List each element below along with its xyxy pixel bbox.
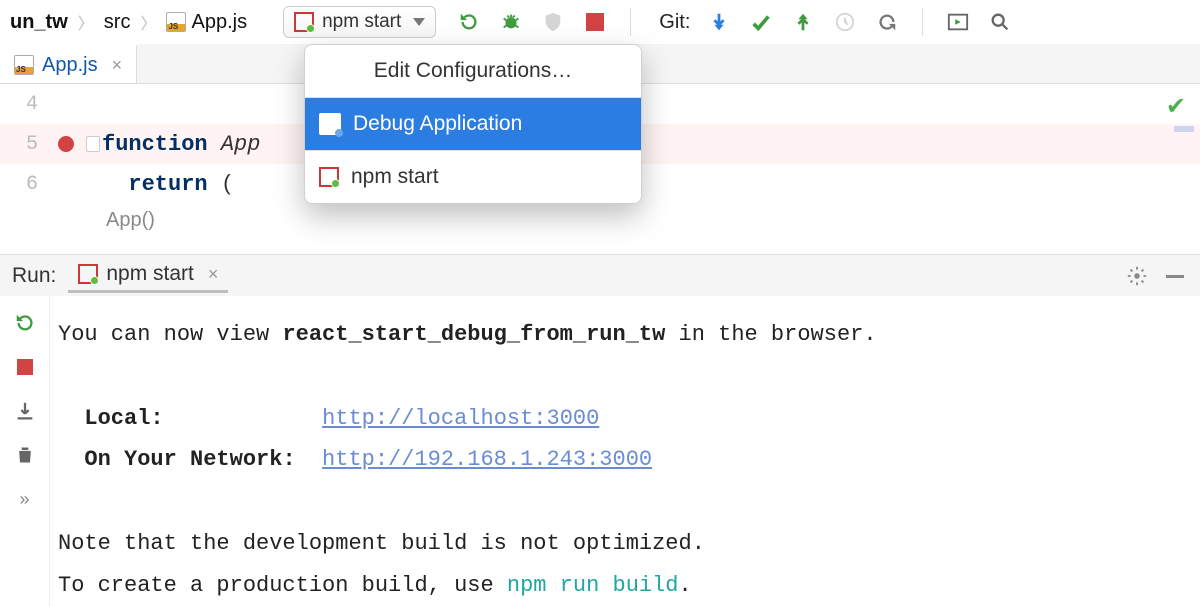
npm-start-item[interactable]: npm start	[305, 151, 641, 203]
run-config-label: npm start	[322, 11, 401, 33]
undo-button[interactable]	[874, 9, 900, 35]
js-file-icon	[14, 55, 34, 75]
editor-tab-label: App.js	[42, 54, 98, 77]
breadcrumb-folder[interactable]: src	[98, 9, 137, 36]
js-file-icon	[166, 12, 186, 32]
npm-icon	[78, 264, 98, 284]
trash-button[interactable]	[12, 442, 38, 468]
code-line[interactable]: function App	[102, 132, 260, 157]
structure-breadcrumb[interactable]: App()	[0, 204, 1200, 236]
debug-application-item[interactable]: Debug Application	[305, 98, 641, 150]
download-button[interactable]	[12, 398, 38, 424]
line-number: 5	[0, 133, 48, 156]
run-side-toolbar: »	[0, 296, 50, 607]
run-panel-header: Run: npm start ×	[0, 254, 1200, 296]
console-output[interactable]: You can now view react_start_debug_from_…	[50, 296, 1200, 607]
fold-icon[interactable]	[86, 136, 100, 152]
run-config-dropdown: Edit Configurations… Debug Application n…	[304, 44, 642, 204]
breadcrumb: un_tw 〉 src 〉 App.js	[4, 9, 253, 36]
run-panel-title: Run:	[12, 264, 56, 288]
gutter-fold[interactable]	[84, 136, 102, 152]
git-push-button[interactable]	[790, 9, 816, 35]
run-panel-body: » You can now view react_start_debug_fro…	[0, 296, 1200, 607]
network-url-link[interactable]: http://192.168.1.243:3000	[322, 447, 652, 472]
line-number: 4	[0, 93, 48, 116]
stop-button[interactable]	[12, 354, 38, 380]
marker-stripe[interactable]	[1174, 126, 1194, 132]
main-toolbar: un_tw 〉 src 〉 App.js npm start Git:	[0, 0, 1200, 44]
breadcrumb-project[interactable]: un_tw	[4, 9, 74, 36]
git-pull-button[interactable]	[706, 9, 732, 35]
more-button[interactable]: »	[12, 486, 38, 512]
minimize-button[interactable]	[1162, 263, 1188, 289]
chevron-down-icon	[413, 18, 425, 26]
git-commit-button[interactable]	[748, 9, 774, 35]
rerun-button[interactable]	[456, 9, 482, 35]
chevron-right-icon: 〉	[140, 10, 156, 34]
code-line[interactable]: return (	[102, 172, 234, 197]
stop-button[interactable]	[582, 9, 608, 35]
npm-icon	[319, 167, 339, 187]
inspection-ok-icon[interactable]: ✔	[1166, 92, 1186, 121]
separator	[922, 8, 923, 36]
run-anything-button[interactable]	[945, 9, 971, 35]
editor-tab-app[interactable]: App.js ×	[0, 44, 137, 83]
breakpoint-icon[interactable]	[58, 136, 74, 152]
close-icon[interactable]: ×	[112, 55, 123, 76]
edit-configurations-item[interactable]: Edit Configurations…	[305, 45, 641, 97]
git-label: Git:	[659, 11, 690, 34]
breadcrumb-file[interactable]: App.js	[160, 9, 253, 36]
run-tab-npm[interactable]: npm start ×	[68, 258, 228, 293]
menu-item-label: npm start	[351, 165, 439, 189]
npm-icon	[294, 12, 314, 32]
git-history-button[interactable]	[832, 9, 858, 35]
run-config-selector[interactable]: npm start	[283, 6, 436, 38]
toolbar-actions: Git:	[456, 8, 1013, 36]
breakpoint-gutter[interactable]	[48, 136, 84, 152]
application-icon	[319, 113, 341, 135]
separator	[630, 8, 631, 36]
rerun-button[interactable]	[12, 310, 38, 336]
settings-button[interactable]	[1124, 263, 1150, 289]
run-tab-label: npm start	[106, 262, 194, 286]
line-number: 6	[0, 173, 48, 196]
debug-button[interactable]	[498, 9, 524, 35]
coverage-button[interactable]	[540, 9, 566, 35]
menu-item-label: Edit Configurations…	[374, 59, 572, 83]
search-button[interactable]	[987, 9, 1013, 35]
chevron-right-icon: 〉	[78, 10, 94, 34]
local-url-link[interactable]: http://localhost:3000	[322, 406, 599, 431]
menu-item-label: Debug Application	[353, 112, 522, 136]
close-icon[interactable]: ×	[208, 264, 219, 285]
